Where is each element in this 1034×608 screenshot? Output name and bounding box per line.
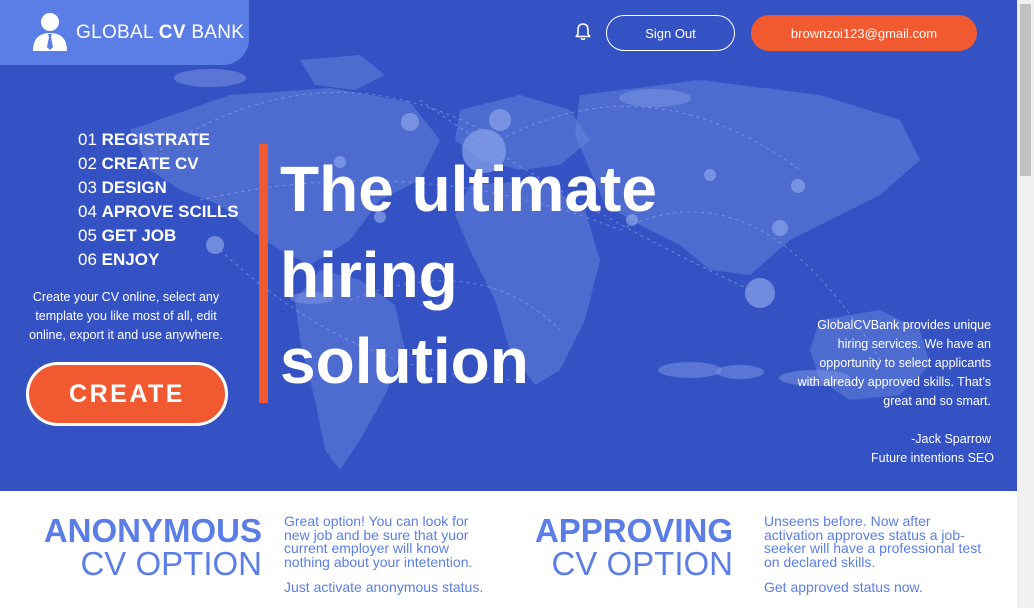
logo-text: GLOBAL CV BANK <box>76 22 244 44</box>
account-email-button[interactable]: brownzoi123@gmail.com <box>751 15 977 51</box>
scrollbar-thumb[interactable] <box>1020 4 1031 176</box>
feature-text-anonymous: Great option! You can look for new job a… <box>284 513 473 570</box>
testimonial-quote: GlobalCVBank provides unique hiring serv… <box>797 318 991 408</box>
step-label: APROVE SCILLS <box>101 202 239 221</box>
features-section: ANONYMOUS CV OPTION Great option! You ca… <box>0 491 1017 608</box>
step-number: 04 <box>78 202 97 221</box>
step-item: 03 DESIGN <box>78 176 239 200</box>
headline-line: solution <box>280 325 529 397</box>
step-label: CREATE CV <box>101 154 199 173</box>
step-item: 05 GET JOB <box>78 224 239 248</box>
logo-word-global: GLOBAL <box>76 22 154 43</box>
headline-line: The ultimate <box>280 153 657 225</box>
headline-accent-bar <box>259 144 268 403</box>
step-item: 06 ENJOY <box>78 248 239 272</box>
feature-title-approving: APPROVING CV OPTION <box>530 514 733 580</box>
step-number: 02 <box>78 154 97 173</box>
hero-section: GLOBAL CV BANK Sign Out brownzoi123@gmai… <box>0 0 1017 491</box>
bell-icon[interactable] <box>573 22 593 42</box>
feature-cta-approving[interactable]: Get approved status now. <box>764 579 923 595</box>
step-number: 01 <box>78 130 97 149</box>
step-item: 04 APROVE SCILLS <box>78 200 239 224</box>
step-number: 06 <box>78 250 97 269</box>
feature-text-approving: Unseens before. Now after activation app… <box>764 513 982 570</box>
step-number: 05 <box>78 226 97 245</box>
testimonial-author-role: Future intentions SEO <box>871 451 994 465</box>
step-number: 03 <box>78 178 97 197</box>
testimonial-author: -Jack Sparrow <box>911 432 991 446</box>
step-item: 01 REGISTRATE <box>78 128 239 152</box>
step-label: GET JOB <box>101 226 177 245</box>
step-label: DESIGN <box>101 178 167 197</box>
logo-word-cv: CV <box>158 22 186 43</box>
feature-title-bold: APPROVING <box>534 512 733 549</box>
feature-title-thin: CV OPTION <box>80 545 262 582</box>
hero-headline: The ultimate hiring solution <box>280 146 760 404</box>
create-cv-button[interactable]: CREATE <box>26 362 228 426</box>
logo[interactable]: GLOBAL CV BANK <box>0 0 249 65</box>
create-description: Create your CV online, select any templa… <box>29 290 223 342</box>
feature-title-thin: CV OPTION <box>551 545 733 582</box>
page-scrollbar[interactable] <box>1017 0 1034 608</box>
logo-word-bank: BANK <box>191 22 245 43</box>
sign-out-button[interactable]: Sign Out <box>606 15 735 51</box>
headline-line: hiring <box>280 239 458 311</box>
step-label: REGISTRATE <box>101 130 210 149</box>
feature-title-anonymous: ANONYMOUS CV OPTION <box>40 514 262 580</box>
feature-title-bold: ANONYMOUS <box>43 512 262 549</box>
step-label: ENJOY <box>101 250 160 269</box>
steps-list: 01 REGISTRATE 02 CREATE CV 03 DESIGN 04 … <box>78 128 239 272</box>
feature-cta-anonymous[interactable]: Just activate anonymous status. <box>284 579 483 595</box>
step-item: 02 CREATE CV <box>78 152 239 176</box>
user-logo-icon <box>33 13 67 51</box>
